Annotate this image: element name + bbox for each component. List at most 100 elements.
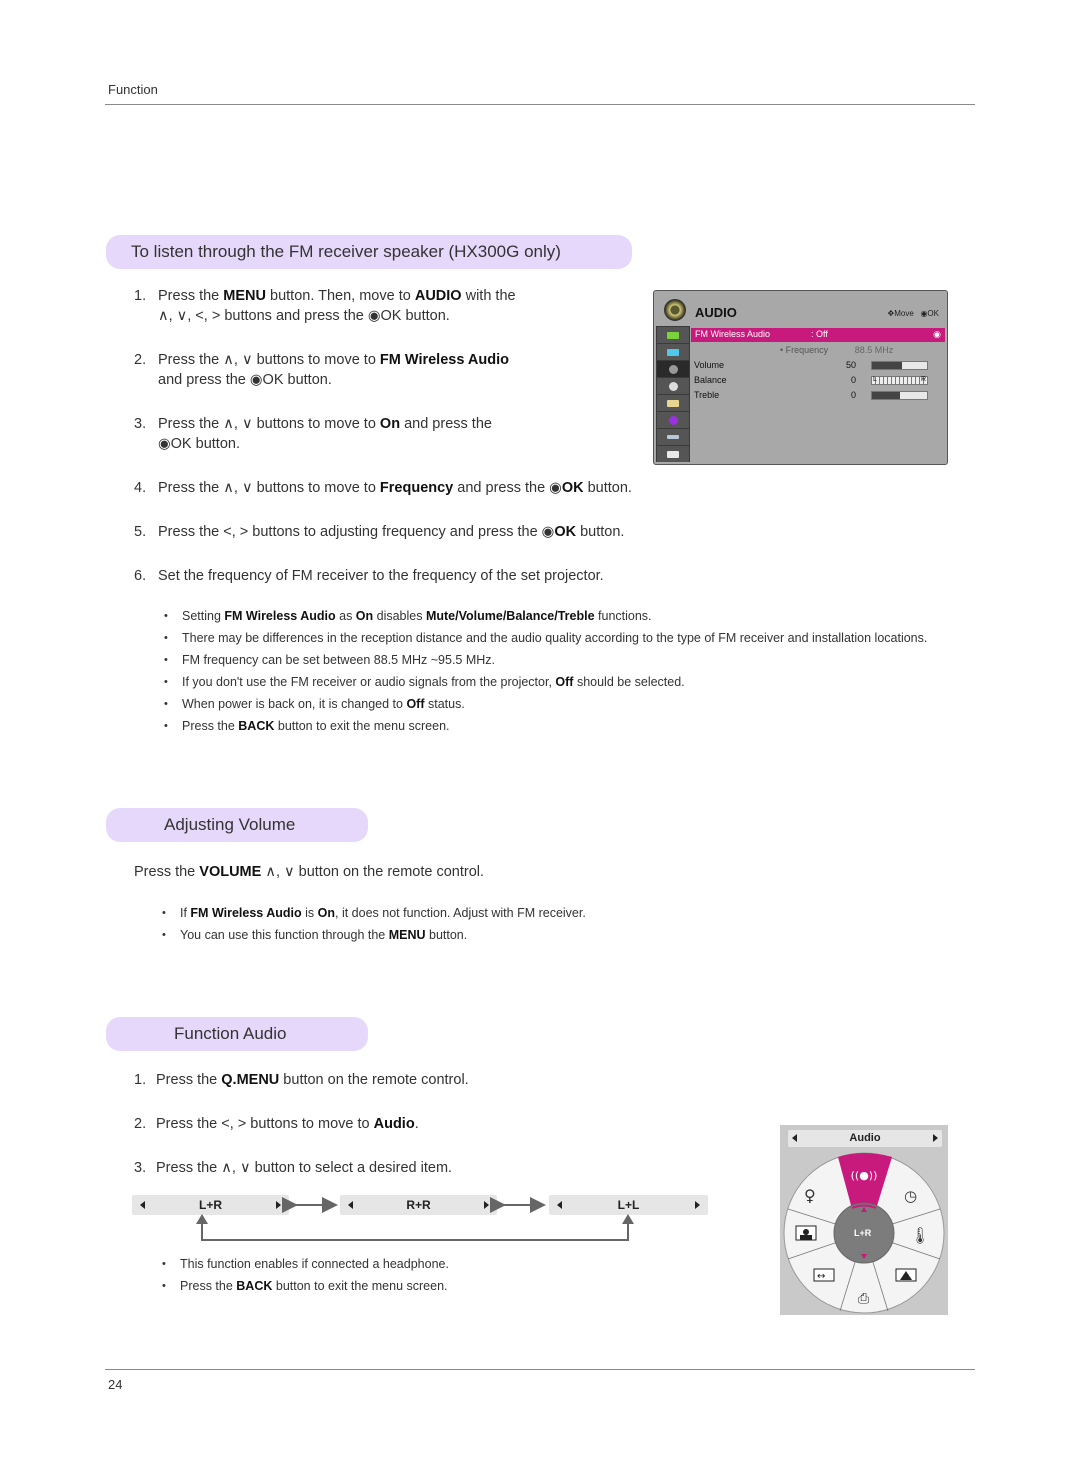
- row-label: Treble: [694, 390, 720, 400]
- text-run: Press the: [180, 1279, 237, 1293]
- note-item: You can use this function through the ME…: [160, 926, 860, 945]
- step-text: Press the MENU button. Then, move to AUD…: [158, 286, 516, 326]
- step-number: 3.: [134, 1160, 147, 1176]
- info-tab-icon[interactable]: [657, 412, 689, 428]
- frequency-row[interactable]: • Frequency 88.5 MHz: [780, 345, 893, 355]
- fm-wireless-value: : Off: [811, 329, 828, 339]
- slider-fill: [872, 362, 903, 369]
- osd-sidebar: [656, 326, 690, 462]
- osd-row-volume[interactable]: Volume 50: [694, 360, 944, 372]
- text-run: Press the ∧, ∨ button to select a desire…: [156, 1160, 453, 1176]
- note-item: Setting FM Wireless Audio as On disables…: [162, 607, 962, 626]
- text-run: is: [301, 906, 318, 920]
- osd-row-balance[interactable]: Balance 0 L R: [694, 375, 944, 387]
- emphasis-text: FM Wireless Audio: [224, 609, 336, 623]
- up-arrow-icon: [622, 1214, 634, 1224]
- emphasis-text: Audio: [373, 1116, 415, 1132]
- text-run: .: [414, 1116, 419, 1132]
- row-label: Balance: [694, 375, 727, 385]
- step-text: Press the ∧, ∨ buttons to move to On and…: [158, 414, 492, 454]
- emphasis-text: On: [355, 609, 374, 623]
- function-audio-notes-list: This function enables if connected a hea…: [160, 1255, 660, 1299]
- picture-tab-icon[interactable]: [657, 327, 689, 343]
- balance-slider[interactable]: LR: [871, 376, 928, 385]
- step-number: 2.: [134, 352, 147, 368]
- audio-tab-icon[interactable]: [657, 361, 689, 377]
- emphasis-text: BACK: [236, 1279, 273, 1293]
- step-text: Press the ∧, ∨ buttons to move to FM Wir…: [158, 350, 509, 390]
- level-slider[interactable]: [871, 361, 928, 370]
- emphasis-text: On: [317, 906, 336, 920]
- text-run: Press the <, > buttons to move to: [156, 1116, 374, 1132]
- text-run: should be selected.: [573, 675, 685, 689]
- level-slider[interactable]: [871, 391, 928, 400]
- footer-rule: [105, 1369, 975, 1370]
- emphasis-text: FM Wireless Audio: [379, 352, 509, 368]
- time-tab-icon[interactable]: [657, 378, 689, 394]
- text-run: Press the ∧, ∨ buttons to move to: [158, 416, 380, 432]
- return-arrow: [201, 1216, 629, 1241]
- row-label: Volume: [694, 360, 725, 370]
- right-arrow-icon: [933, 1134, 938, 1142]
- note-item: If FM Wireless Audio is On, it does not …: [160, 904, 860, 923]
- emphasis-text: Q.MENU: [221, 1072, 280, 1088]
- section-title-text: Adjusting Volume: [164, 815, 296, 834]
- text-run: disables: [373, 609, 426, 623]
- emphasis-text: Off: [555, 675, 574, 689]
- text-run: Set the frequency of FM receiver to the …: [158, 568, 604, 584]
- text-run: If you don't use the FM receiver or audi…: [182, 675, 556, 689]
- note-item: Press the BACK button to exit the menu s…: [160, 1277, 660, 1296]
- color-temp-icon: 🌡: [910, 1226, 930, 1245]
- usb-icon: ⎙: [858, 1291, 869, 1307]
- step-text-line2: and press the ◉OK button.: [158, 372, 332, 388]
- osd-hint: ✥Move ◉OK: [888, 309, 939, 318]
- text-run: Setting: [182, 609, 225, 623]
- input-tab-icon[interactable]: [657, 429, 689, 445]
- option-tab-icon[interactable]: [657, 395, 689, 411]
- volume-notes-list: If FM Wireless Audio is On, it does not …: [160, 904, 860, 948]
- text-run: You can use this function through the: [180, 928, 389, 942]
- cycle-arrows: [196, 1197, 634, 1241]
- media-tab-icon[interactable]: [657, 446, 689, 462]
- text-run: This function enables if connected a hea…: [180, 1257, 449, 1271]
- note-item: When power is back on, it is changed to …: [162, 695, 962, 714]
- step-number: 5.: [134, 524, 147, 540]
- fm-wireless-audio-item[interactable]: FM Wireless Audio : Off ◉: [691, 328, 945, 342]
- svg-text:↔: ↔: [817, 1271, 825, 1282]
- row-value: 50: [845, 360, 856, 370]
- emphasis-text: MENU: [223, 288, 266, 304]
- osd-row-treble[interactable]: Treble 0: [694, 390, 944, 402]
- up-arrow-icon: [196, 1214, 208, 1224]
- qmenu-wheel: Audio ((●)) ♀ ◷ 🌡 ↔ ⎙ L+R: [780, 1125, 948, 1315]
- emphasis-text: Off: [406, 697, 425, 711]
- section-title-fm: To listen through the FM receiver speake…: [106, 235, 632, 269]
- hint-move: Move: [894, 309, 914, 318]
- frequency-label: • Frequency: [780, 345, 829, 355]
- text-run: Press the: [156, 1072, 222, 1088]
- step-text: Press the ∧, ∨ button to select a desire…: [156, 1158, 452, 1178]
- sleep-timer-icon: ◷: [904, 1187, 917, 1205]
- right-marker: R: [920, 376, 926, 383]
- text-run: and press the: [400, 416, 492, 432]
- emphasis-text: FM Wireless Audio: [190, 906, 302, 920]
- header-rule: [105, 104, 975, 105]
- step-text-line2: ◉OK button.: [158, 436, 240, 452]
- speaker-icon: [664, 299, 686, 321]
- note-item: This function enables if connected a hea…: [160, 1255, 660, 1274]
- text-run: button.: [576, 524, 625, 540]
- slider-fill: [872, 392, 900, 399]
- hint-ok: ◉OK: [920, 309, 939, 318]
- section-title-volume: Adjusting Volume: [106, 808, 368, 842]
- qmenu-title-bar[interactable]: Audio: [788, 1130, 942, 1147]
- page-number: 24: [108, 1377, 123, 1392]
- emphasis-text: On: [379, 416, 401, 432]
- text-run: Press the ∧, ∨ buttons to move to: [158, 352, 380, 368]
- section-title-text: To listen through the FM receiver speake…: [131, 242, 561, 261]
- step-text: Press the <, > buttons to move to Audio.: [156, 1114, 419, 1134]
- text-run: Press the: [134, 864, 200, 880]
- screen-tab-icon[interactable]: [657, 344, 689, 360]
- note-item: There may be differences in the receptio…: [162, 629, 962, 648]
- emphasis-text: Mute/Volume/Balance/Treble: [425, 609, 595, 623]
- text-run: status.: [424, 697, 465, 711]
- step-number: 3.: [134, 416, 147, 432]
